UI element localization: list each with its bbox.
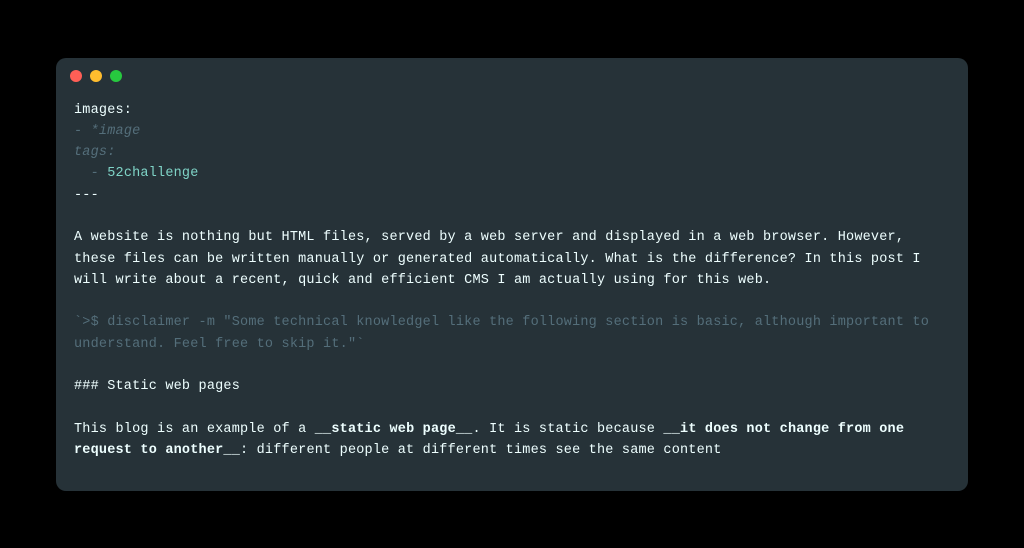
text-span: . It is static because	[472, 422, 663, 437]
code-content: images: - *image tags: - 52challenge ---…	[56, 94, 968, 480]
code-line: - *image	[74, 124, 140, 139]
yaml-alias: *image	[91, 124, 141, 139]
close-icon[interactable]	[70, 70, 82, 82]
paragraph: This blog is an example of a __static we…	[74, 422, 912, 458]
tag-value: 52challenge	[107, 166, 198, 181]
text-span: : different people at different times se…	[240, 443, 721, 458]
titlebar	[56, 58, 968, 94]
paragraph: A website is nothing but HTML files, ser…	[74, 230, 929, 288]
disclaimer-line: `>$ disclaimer -m "Some technical knowle…	[74, 315, 937, 351]
code-line: - 52challenge	[74, 166, 199, 181]
code-line: images:	[74, 103, 132, 118]
text-span: This blog is an example of a	[74, 422, 315, 437]
list-dash: -	[74, 124, 91, 139]
code-line: ---	[74, 188, 99, 203]
minimize-icon[interactable]	[90, 70, 102, 82]
bold-span: __static web page__	[315, 422, 473, 437]
heading-line: ### Static web pages	[74, 379, 240, 394]
list-dash: -	[74, 166, 107, 181]
maximize-icon[interactable]	[110, 70, 122, 82]
code-line: tags:	[74, 145, 116, 160]
terminal-window: images: - *image tags: - 52challenge ---…	[56, 58, 968, 491]
